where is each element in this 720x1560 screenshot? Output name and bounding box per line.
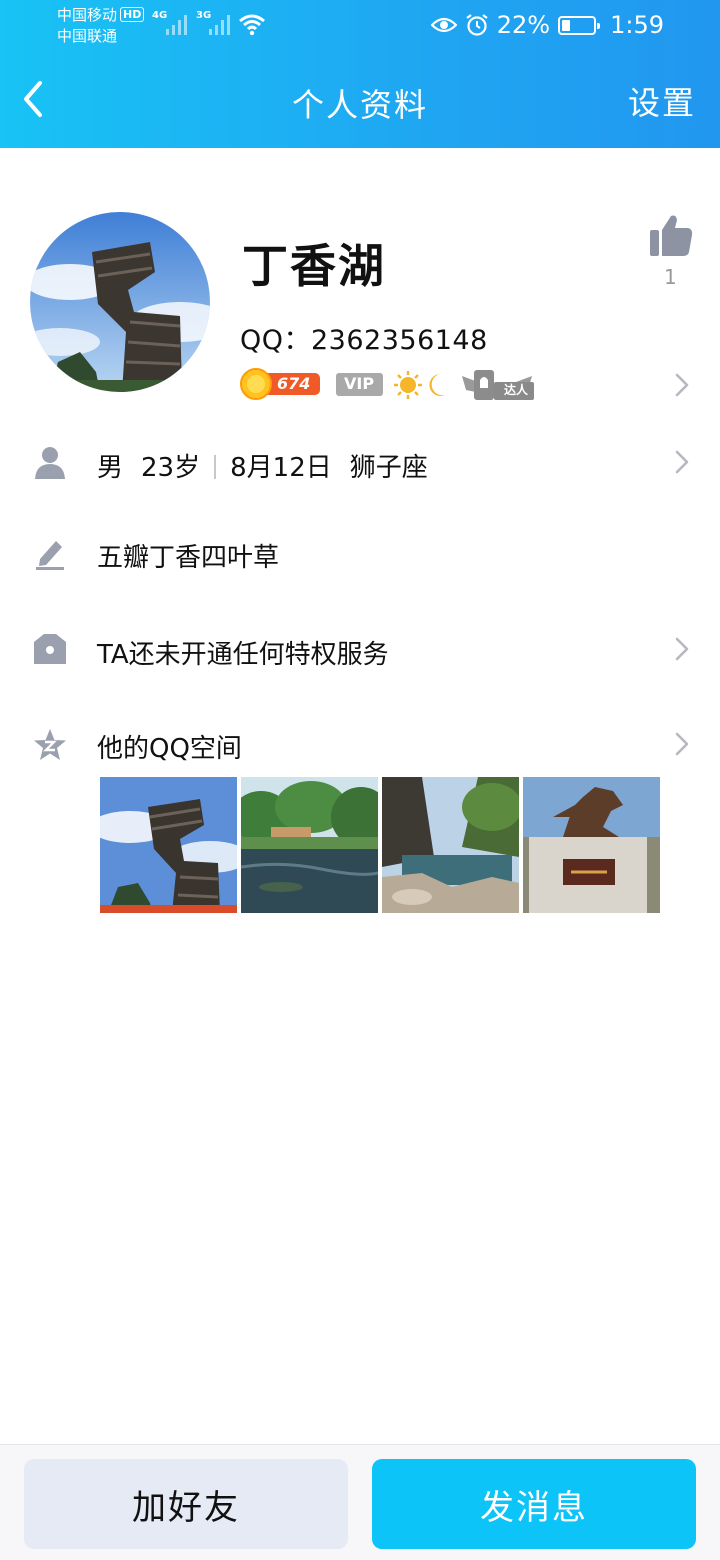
carrier-info: 中国移动 HD 中国联通 (57, 5, 145, 47)
carrier-primary: 中国移动 (57, 6, 118, 24)
battery-icon (558, 15, 601, 35)
chevron-right-icon[interactable] (674, 636, 690, 662)
sun-moon-icon (394, 371, 445, 399)
birthday: 8月12日 (230, 453, 332, 483)
chevron-right-icon[interactable] (674, 731, 690, 757)
privilege-row[interactable]: TA还未开通任何特权服务 (97, 634, 389, 671)
vip-badge-label: VIP (344, 374, 375, 393)
send-message-button[interactable]: 发消息 (372, 1459, 696, 1549)
navigation-bar: 个人资料 设置 (0, 60, 720, 140)
badge-row[interactable]: 674 VIP 达人 (240, 368, 540, 402)
header: 中国移动 HD 中国联通 4G 3G 22% 1:59 个人资料 设置 (0, 0, 720, 148)
photo-thumbnail[interactable] (100, 777, 237, 913)
photo-thumbnail[interactable] (523, 777, 660, 913)
level-badge-value: 674 (277, 374, 311, 393)
qzone-row[interactable]: 他的QQ空间 (97, 728, 242, 765)
eye-icon (430, 17, 457, 33)
qq-number: QQ：2362356148 (240, 325, 488, 356)
avatar[interactable] (30, 212, 210, 392)
qzone-star-icon (34, 729, 66, 760)
profile-name: 丁香湖 (242, 239, 386, 293)
photo-thumbnail[interactable] (382, 777, 519, 913)
basic-info-row[interactable]: 男 23岁 8月12日 狮子座 (97, 447, 428, 484)
signature-text: 五瓣丁香四叶草 (97, 543, 280, 573)
signal-icon (209, 15, 230, 35)
divider (214, 455, 217, 479)
status-right: 22% 1:59 (430, 8, 664, 42)
wifi-icon (239, 14, 265, 36)
battery-percent: 22% (496, 11, 551, 39)
chevron-right-icon[interactable] (674, 449, 690, 475)
privilege-icon (34, 634, 66, 664)
like-count: 1 (664, 265, 677, 289)
chevron-right-icon[interactable] (674, 372, 690, 398)
page-title: 个人资料 (291, 86, 428, 124)
gender: 男 (97, 453, 124, 483)
pencil-icon (36, 541, 64, 570)
zodiac: 狮子座 (349, 453, 428, 483)
person-icon (35, 447, 65, 479)
add-friend-button[interactable]: 加好友 (24, 1459, 348, 1549)
carrier-secondary: 中国联通 (57, 27, 118, 45)
hd-badge: HD (120, 7, 145, 22)
qzone-photos (100, 777, 660, 913)
age: 23岁 (141, 453, 201, 483)
photo-thumbnail[interactable] (241, 777, 378, 913)
clock: 1:59 (610, 11, 664, 39)
talent-badge-label: 达人 (504, 383, 529, 397)
status-bar: 中国移动 HD 中国联通 4G 3G 22% 1:59 (0, 0, 720, 50)
bottom-action-bar: 加好友 发消息 (0, 1444, 720, 1560)
thumbs-up-icon[interactable] (646, 212, 694, 260)
settings-button[interactable]: 设置 (628, 78, 696, 124)
signal-icon (166, 15, 187, 35)
alarm-icon (466, 14, 488, 36)
